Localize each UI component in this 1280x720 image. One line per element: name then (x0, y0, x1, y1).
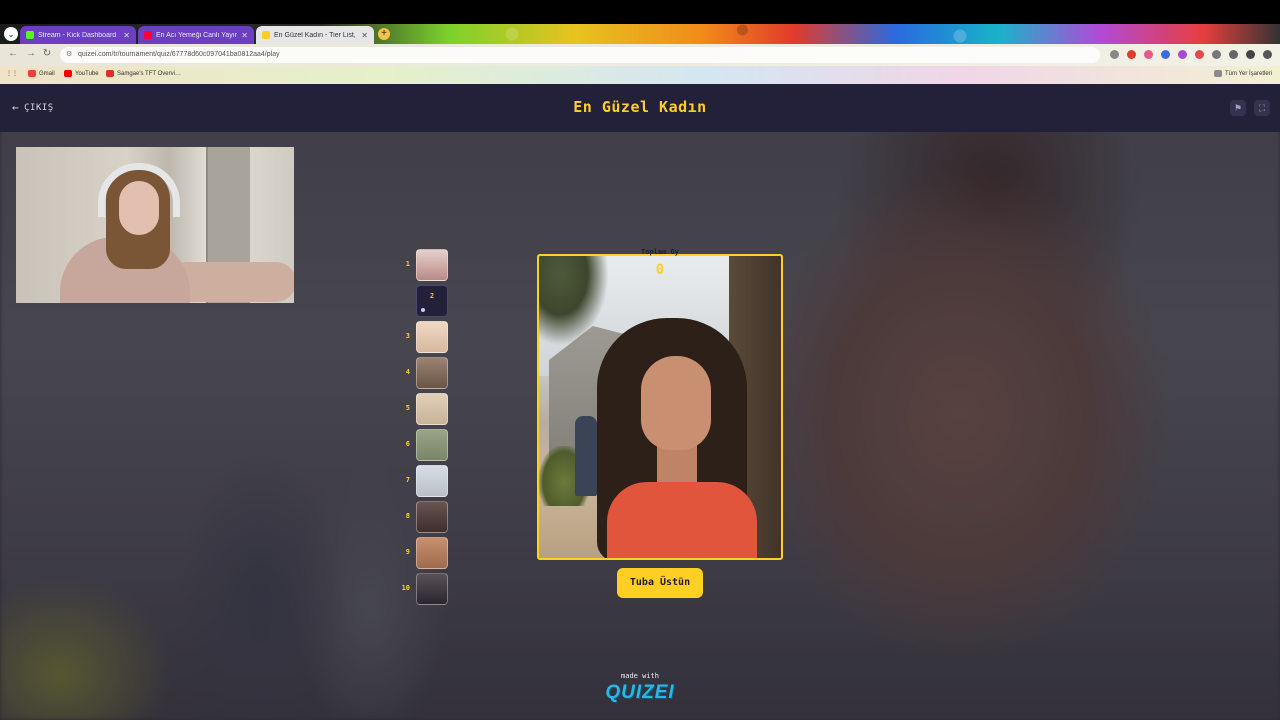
new-tab-icon[interactable]: + (378, 28, 390, 40)
browser-tab-kick[interactable]: Stream - Kick Dashboard ✕ (20, 26, 136, 44)
quiz-header: ← ÇIKIŞ En Güzel Kadın ⚑ ⛶ (0, 84, 1280, 132)
folder-icon (1213, 70, 1222, 77)
progress-number: 7 (405, 476, 410, 484)
youtube-favicon-icon (144, 31, 152, 39)
download-icon[interactable] (1229, 50, 1238, 59)
bookmarks-bar: ⋮⋮ Gmail YouTube Samgae's TFT Overvi… Tü… (0, 66, 1280, 84)
progress-number: 4 (405, 368, 410, 376)
progress-number: 10 (401, 584, 410, 592)
forward-icon[interactable]: → (24, 48, 38, 59)
progress-number: 6 (405, 440, 410, 448)
photo-face (641, 356, 711, 450)
reload-icon[interactable]: ↻ (40, 48, 54, 59)
extension-icons (1110, 50, 1272, 59)
total-votes-label: Toplam Oy (641, 248, 679, 256)
browser-tab-youtube[interactable]: En Acı Yemeği Canlı Yayın Olarak… ✕ (138, 26, 254, 44)
photo-person (575, 416, 597, 496)
progress-item[interactable]: 3 (398, 321, 458, 353)
progress-number: 5 (405, 404, 410, 412)
progress-number: 9 (405, 548, 410, 556)
tab-search-icon[interactable]: ⌄ (4, 27, 18, 41)
fullscreen-icon[interactable]: ⛶ (1254, 100, 1270, 116)
current-round-marker: 2 (416, 285, 448, 317)
browser-tab-quizei[interactable]: En Güzel Kadın - Tier List, Kör… ✕ (256, 26, 374, 44)
progress-item[interactable]: 5 (398, 393, 458, 425)
choose-contestant-button[interactable]: Tuba Üstün (617, 568, 703, 598)
tft-icon (106, 70, 114, 77)
quiz-app: ← ÇIKIŞ En Güzel Kadın ⚑ ⛶ 1 2 3 4 5 6 7… (0, 84, 1280, 720)
kick-favicon-icon (26, 31, 34, 39)
photo-shirt (607, 482, 757, 558)
menu-icon[interactable] (1263, 50, 1272, 59)
progress-number: 1 (405, 260, 410, 268)
progress-thumbnail (416, 321, 448, 353)
tab-title: Stream - Kick Dashboard (38, 31, 117, 39)
quizei-favicon-icon (262, 31, 270, 39)
made-with-label: made with (621, 672, 659, 680)
progress-item-current[interactable]: 2 (398, 285, 458, 317)
extension-icon[interactable] (1195, 50, 1204, 59)
progress-item[interactable]: 8 (398, 501, 458, 533)
current-dot (421, 308, 425, 312)
bookmark-gmail[interactable]: Gmail (28, 70, 55, 77)
progress-thumbnail (416, 429, 448, 461)
page-title: En Güzel Kadın (573, 98, 707, 116)
current-round-number: 2 (429, 292, 435, 300)
progress-thumbnail (416, 357, 448, 389)
extension-icon[interactable] (1178, 50, 1187, 59)
browser-tab-strip: ⌄ Stream - Kick Dashboard ✕ En Acı Yemeğ… (0, 24, 1280, 44)
progress-thumbnail (416, 537, 448, 569)
close-tab-icon[interactable]: ✕ (241, 31, 248, 40)
progress-item[interactable]: 4 (398, 357, 458, 389)
site-info-icon[interactable]: ⚙ (66, 50, 72, 58)
bookmark-tft[interactable]: Samgae's TFT Overvi… (106, 70, 181, 77)
progress-thumbnail (416, 249, 448, 281)
flag-icon[interactable]: ⚑ (1230, 100, 1246, 116)
profile-avatar-icon[interactable] (1246, 50, 1255, 59)
progress-thumbnail (416, 573, 448, 605)
quizei-logo[interactable]: QUIZEI (590, 682, 690, 704)
contestant-card[interactable] (537, 254, 783, 560)
screen: ⌄ Stream - Kick Dashboard ✕ En Acı Yemeğ… (0, 0, 1280, 720)
webcam-overlay (16, 147, 294, 303)
apps-icon[interactable]: ⋮⋮ (6, 70, 18, 77)
progress-item[interactable]: 9 (398, 537, 458, 569)
progress-item[interactable]: 1 (398, 249, 458, 281)
progress-number: 3 (405, 332, 410, 340)
progress-thumbnail (416, 393, 448, 425)
back-icon[interactable]: ← (6, 48, 20, 59)
tab-title: En Güzel Kadın - Tier List, Kör… (274, 31, 357, 39)
bookmark-label: YouTube (75, 70, 99, 77)
url-field[interactable]: ⚙ quizei.com/tr/tournament/quiz/67778d60… (60, 47, 1100, 63)
youtube-icon (64, 70, 72, 77)
progress-number: 8 (405, 512, 410, 520)
progress-thumbnail (416, 465, 448, 497)
all-bookmarks[interactable]: Tüm Yer İşaretleri (1213, 70, 1272, 77)
total-votes-value: 0 (655, 262, 665, 278)
tab-title: En Acı Yemeği Canlı Yayın Olarak… (156, 31, 238, 39)
close-tab-icon[interactable]: ✕ (123, 31, 130, 40)
progress-item[interactable]: 6 (398, 429, 458, 461)
extension-icon[interactable] (1161, 50, 1170, 59)
puzzle-icon[interactable] (1212, 50, 1221, 59)
progress-thumbnail (416, 501, 448, 533)
extension-icon[interactable] (1127, 50, 1136, 59)
top-black-bar (0, 0, 1280, 24)
progress-item[interactable]: 10 (398, 573, 458, 605)
headset-icon (98, 163, 180, 217)
extension-icon[interactable] (1144, 50, 1153, 59)
bookmark-label: Gmail (39, 70, 55, 77)
all-bookmarks-label: Tüm Yer İşaretleri (1224, 70, 1272, 77)
gmail-icon (28, 70, 36, 77)
bookmark-youtube[interactable]: YouTube (64, 70, 99, 77)
bookmark-star-icon[interactable] (1110, 50, 1119, 59)
address-bar: ← → ↻ ⚙ quizei.com/tr/tournament/quiz/67… (0, 44, 1280, 66)
bookmark-label: Samgae's TFT Overvi… (117, 70, 181, 77)
photo-palm (539, 256, 609, 346)
close-tab-icon[interactable]: ✕ (361, 31, 368, 40)
progress-item[interactable]: 7 (398, 465, 458, 497)
url-text: quizei.com/tr/tournament/quiz/67778d60c0… (78, 51, 280, 58)
